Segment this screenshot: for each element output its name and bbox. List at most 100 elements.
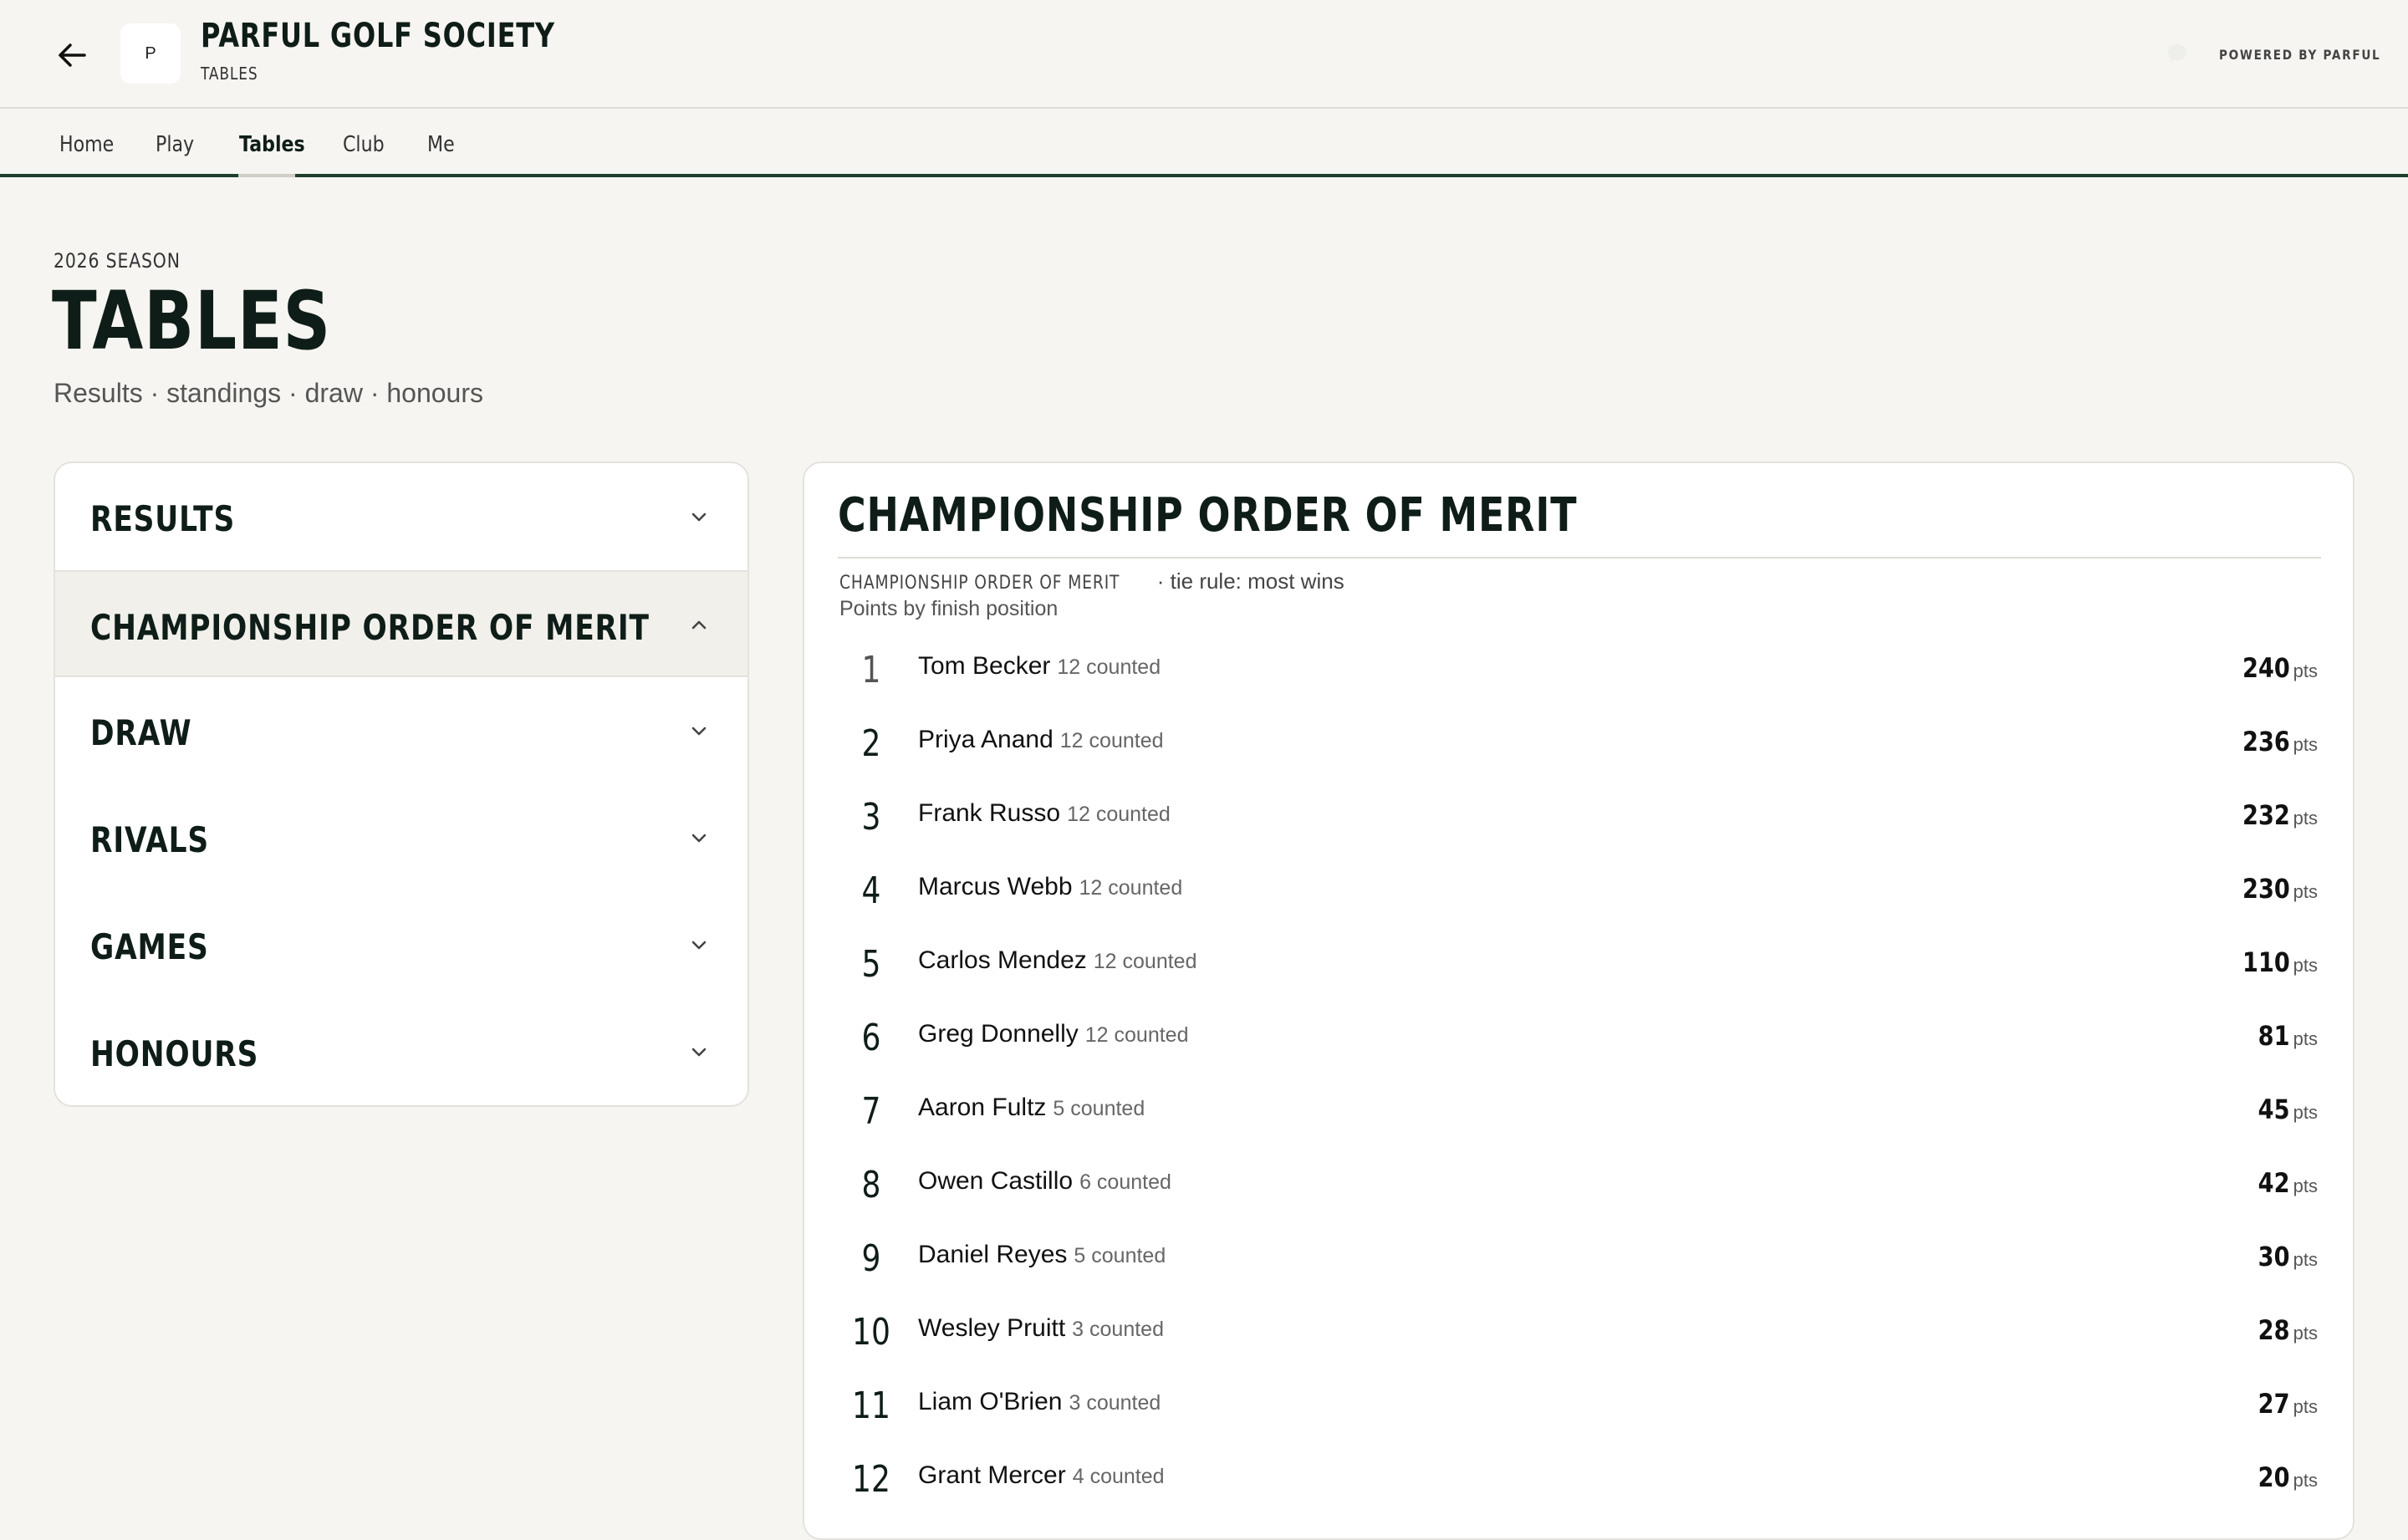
section-championship-order-of-merit[interactable]: CHAMPIONSHIP ORDER OF MERIT (55, 570, 747, 677)
player-name-text: Owen Castillo (918, 1167, 1074, 1195)
points-unit: pts (2293, 1323, 2318, 1344)
club-name: PARFUL GOLF SOCIETY (201, 17, 555, 55)
points-value: 230 (2242, 873, 2290, 905)
points: 110 pts (2234, 946, 2318, 978)
player-name-text: Daniel Reyes (918, 1241, 1068, 1268)
player-name: Wesley Pruitt 3 counted (918, 1314, 1164, 1343)
rank-number: 11 (852, 1384, 890, 1427)
arrow-left-icon (59, 43, 86, 67)
player-name-text: Grant Mercer (918, 1461, 1066, 1489)
standings-row[interactable]: 9 Daniel Reyes 5 counted 30 pts (838, 1226, 2326, 1299)
rank-number: 8 (861, 1164, 881, 1206)
player-name: Aaron Fultz 5 counted (918, 1094, 1145, 1122)
counted-rounds: 12 counted (1067, 803, 1171, 826)
points-unit: pts (2293, 1396, 2318, 1417)
meta-caption: CHAMPIONSHIP ORDER OF MERIT (839, 573, 1120, 594)
section-label: RESULTS (90, 498, 236, 539)
section-label: DRAW (90, 712, 192, 753)
rank-number: 1 (861, 649, 881, 691)
standings-panel: CHAMPIONSHIP ORDER OF MERIT CHAMPIONSHIP… (803, 461, 2354, 1540)
points-value: 45 (2258, 1094, 2290, 1125)
points: 81 pts (2252, 1020, 2318, 1052)
tab-tables[interactable]: Tables (239, 132, 305, 157)
points: 240 pts (2234, 652, 2318, 684)
points: 28 pts (2252, 1314, 2318, 1346)
section-draw[interactable]: DRAW (55, 677, 747, 784)
points-unit: pts (2293, 1175, 2318, 1196)
player-name-text: Carlos Mendez (918, 946, 1087, 974)
counted-rounds: 12 counted (1093, 950, 1197, 973)
counted-rounds: 4 counted (1072, 1465, 1165, 1488)
player-name: Carlos Mendez 12 counted (918, 946, 1196, 975)
points-value: 27 (2258, 1388, 2290, 1420)
standings-title: CHAMPIONSHIP ORDER OF MERIT (838, 488, 1578, 543)
active-tab-indicator (238, 174, 295, 177)
points: 230 pts (2234, 873, 2318, 905)
player-name-text: Priya Anand (918, 726, 1054, 753)
counted-rounds: 12 counted (1059, 729, 1164, 752)
page-subtitle: Results · standings · draw · honours (54, 378, 483, 408)
points-value: 20 (2258, 1461, 2290, 1493)
tab-club[interactable]: Club (343, 132, 385, 157)
chevron-down-icon (691, 727, 707, 736)
rank-number: 12 (852, 1458, 890, 1501)
player-name-text: Frank Russo (918, 799, 1061, 827)
section-honours[interactable]: HONOURS (55, 998, 747, 1105)
player-name: Owen Castillo 6 counted (918, 1167, 1171, 1196)
points-unit: pts (2293, 955, 2318, 976)
standings-row[interactable]: 12 Grant Mercer 4 counted 20 pts (838, 1446, 2326, 1520)
section-rivals[interactable]: RIVALS (55, 784, 747, 891)
chat-bubble-icon[interactable] (2166, 42, 2189, 65)
points: 42 pts (2252, 1167, 2318, 1199)
standings-row[interactable]: 8 Owen Castillo 6 counted 42 pts (838, 1152, 2326, 1226)
points-unit: pts (2293, 660, 2318, 681)
points-value: 232 (2242, 799, 2290, 831)
divider (838, 557, 2321, 558)
points-unit: pts (2293, 1470, 2318, 1491)
points: 27 pts (2252, 1388, 2318, 1420)
tab-home[interactable]: Home (59, 132, 114, 157)
standings-row[interactable]: 7 Aaron Fultz 5 counted 45 pts (838, 1079, 2326, 1152)
points: 232 pts (2234, 799, 2318, 831)
counted-rounds: 3 counted (1072, 1318, 1164, 1341)
points-unit: pts (2293, 1249, 2318, 1270)
points-unit: pts (2293, 1028, 2318, 1049)
standings-row[interactable]: 11 Liam O'Brien 3 counted 27 pts (838, 1373, 2326, 1446)
chevron-down-icon (691, 512, 707, 522)
standings-row[interactable]: 10 Wesley Pruitt 3 counted 28 pts (838, 1299, 2326, 1373)
tab-play[interactable]: Play (156, 132, 194, 157)
standings-row[interactable]: 4 Marcus Webb 12 counted 230 pts (838, 858, 2326, 931)
chevron-up-icon (691, 620, 707, 630)
standings-row[interactable]: 5 Carlos Mendez 12 counted 110 pts (838, 931, 2326, 1005)
points-value: 240 (2242, 652, 2290, 684)
standings-row[interactable]: 3 Frank Russo 12 counted 232 pts (838, 784, 2326, 858)
points-unit: pts (2293, 734, 2318, 755)
section-games[interactable]: GAMES (55, 891, 747, 998)
player-name: Daniel Reyes 5 counted (918, 1241, 1166, 1269)
standings-row[interactable]: 1 Tom Becker 12 counted 240 pts (838, 637, 2326, 711)
chevron-down-icon (691, 1048, 707, 1057)
counted-rounds: 12 counted (1084, 1023, 1189, 1047)
powered-by-label: POWERED BY PARFUL (2219, 47, 2381, 63)
counted-rounds: 12 counted (1057, 655, 1161, 679)
points: 20 pts (2252, 1461, 2318, 1493)
tie-rule: · tie rule: most wins (1156, 569, 1344, 594)
tab-me[interactable]: Me (427, 132, 455, 157)
player-name-text: Tom Becker (918, 652, 1051, 680)
player-name: Liam O'Brien 3 counted (918, 1388, 1161, 1416)
standings-row[interactable]: 6 Greg Donnelly 12 counted 81 pts (838, 1005, 2326, 1079)
rank-number: 7 (861, 1090, 881, 1133)
main-nav: Home Play Tables Club Me (0, 109, 2408, 177)
points-value: 42 (2258, 1167, 2290, 1199)
section-subtitle: TABLES (201, 64, 258, 84)
rank-number: 6 (861, 1017, 881, 1059)
app-header: P PARFUL GOLF SOCIETY TABLES POWERED BY … (0, 0, 2408, 109)
points-value: 110 (2242, 946, 2290, 978)
standings-row[interactable]: 2 Priya Anand 12 counted 236 pts (838, 711, 2326, 784)
section-results[interactable]: RESULTS (55, 463, 747, 570)
points: 236 pts (2234, 726, 2318, 757)
counted-rounds: 12 counted (1079, 876, 1183, 900)
counted-rounds: 3 counted (1069, 1391, 1161, 1415)
player-name: Grant Mercer 4 counted (918, 1461, 1165, 1490)
back-button[interactable] (52, 38, 92, 72)
